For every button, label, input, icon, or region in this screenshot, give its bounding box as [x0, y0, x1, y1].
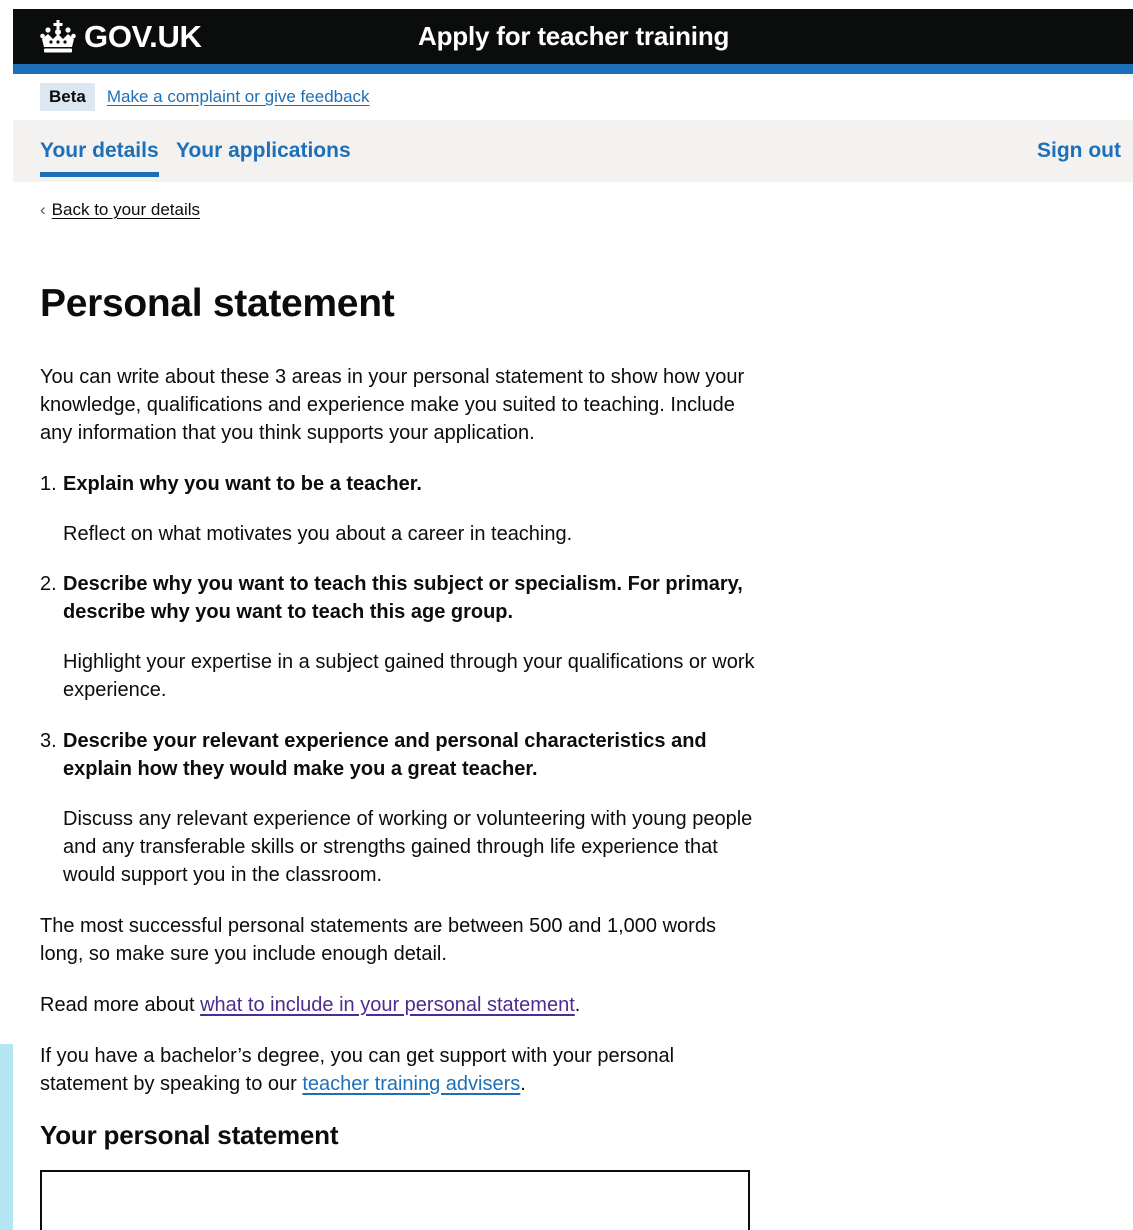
service-name-link[interactable]: Apply for teacher training	[418, 19, 729, 53]
area-3-body: Discuss any relevant experience of worki…	[63, 808, 753, 886]
advisers-suffix: .	[520, 1073, 526, 1095]
govuk-logo-text: GOV.UK	[84, 19, 202, 54]
beta-tag: Beta	[40, 83, 95, 111]
govuk-header: GOV.UK Apply for teacher training	[13, 9, 1133, 64]
statement-field-label: Your personal statement	[40, 1120, 339, 1150]
govuk-logo-link[interactable]: GOV.UK	[39, 17, 202, 57]
advisers-paragraph: If you have a bachelor’s degree, you can…	[40, 1042, 760, 1098]
sign-out-link[interactable]: Sign out	[1037, 138, 1121, 164]
area-3-number: 3.	[40, 730, 57, 752]
personal-statement-guidance-link[interactable]: what to include in your personal stateme…	[200, 994, 575, 1016]
area-1-body: Reflect on what motivates you about a ca…	[63, 523, 573, 545]
page: GOV.UK Apply for teacher training Beta M…	[0, 0, 1133, 1230]
header-blue-rule	[13, 64, 1133, 74]
phase-banner: Beta Make a complaint or give feedback	[13, 74, 1133, 120]
page-title: Personal statement	[40, 282, 395, 325]
area-1-heading: Explain why you want to be a teacher.	[63, 473, 422, 495]
nav-your-applications[interactable]: Your applications	[176, 138, 351, 164]
area-1-number: 1.	[40, 473, 57, 495]
primary-navigation: Your details Your applications Sign out	[13, 120, 1133, 182]
word-count-guidance: The most successful personal statements …	[40, 915, 716, 965]
area-2-heading: Describe why you want to teach this subj…	[63, 573, 743, 623]
teacher-training-advisers-link[interactable]: teacher training advisers	[302, 1073, 520, 1095]
area-2-number: 2.	[40, 573, 57, 595]
personal-statement-textarea[interactable]	[40, 1170, 750, 1230]
back-link[interactable]: ‹ Back to your details	[40, 200, 200, 220]
nav-your-details[interactable]: Your details	[40, 138, 159, 177]
read-more-paragraph: Read more about what to include in your …	[40, 991, 760, 1019]
left-edge-accent	[0, 1044, 14, 1230]
chevron-left-icon: ‹	[40, 200, 46, 219]
browser-content: GOV.UK Apply for teacher training Beta M…	[13, 0, 1133, 1230]
back-link-label: Back to your details	[51, 200, 201, 219]
read-more-suffix: .	[574, 994, 581, 1016]
area-3-heading: Describe your relevant experience and pe…	[63, 730, 707, 780]
area-2-body: Highlight your expertise in a subject ga…	[63, 651, 755, 701]
feedback-link[interactable]: Make a complaint or give feedback	[107, 87, 370, 107]
intro-paragraph: You can write about these 3 areas in you…	[40, 366, 745, 444]
crown-icon	[40, 20, 76, 53]
read-more-prefix: Read more about	[40, 994, 201, 1016]
